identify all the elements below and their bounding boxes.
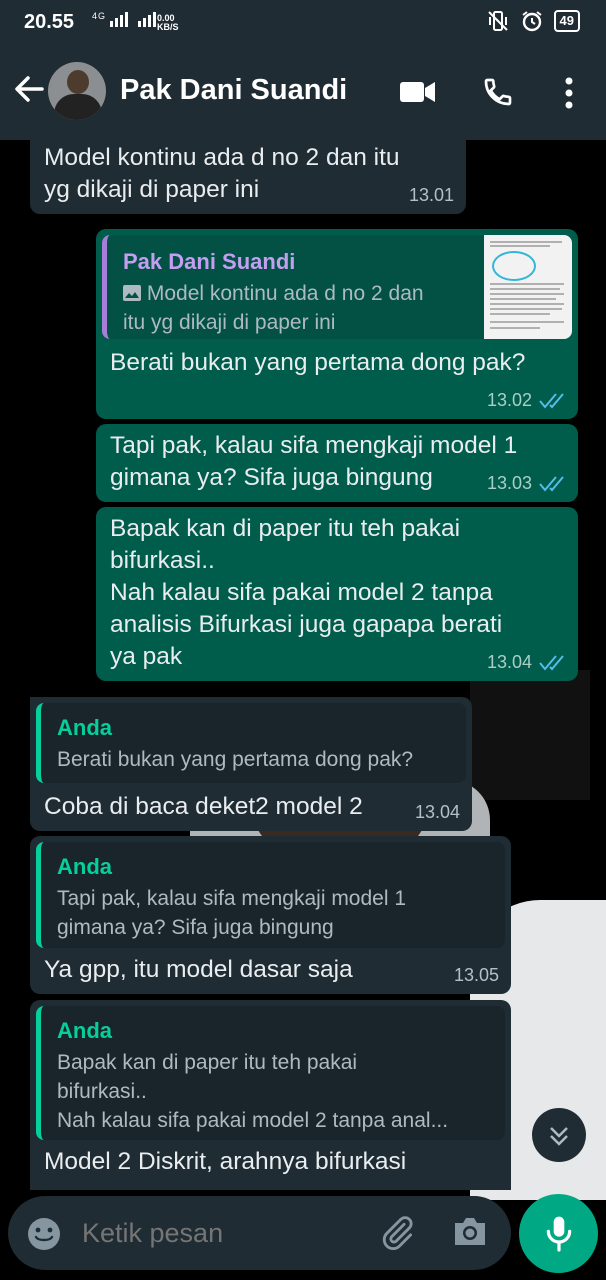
message-text: gimana ya? Sifa juga bingung	[110, 464, 433, 491]
message-text: Bapak kan di paper itu teh pakai	[110, 515, 461, 542]
chat-header: Pak Dani Suandi	[0, 44, 606, 140]
message-composer[interactable]	[8, 1196, 511, 1270]
contact-name[interactable]: Pak Dani Suandi	[120, 74, 347, 107]
data-speed: 0.00 KB/S	[157, 14, 179, 32]
quote-text: gimana ya? Sifa juga bingung	[57, 916, 334, 939]
quote-author: Anda	[57, 854, 112, 879]
signal-icon	[110, 12, 157, 27]
quote-text: bifurkasi..	[57, 1080, 147, 1103]
more-options-icon[interactable]	[560, 76, 578, 110]
message-time: 13.04	[486, 652, 532, 672]
message-text: Berati bukan yang pertama dong pak?	[110, 349, 526, 376]
battery-icon: 49	[553, 10, 580, 32]
message-incoming[interactable]: Model kontinu ada d no 2 dan itu yg dika…	[30, 140, 466, 214]
wallpaper-shadow	[470, 670, 590, 800]
read-receipt-icon	[539, 392, 564, 409]
message-text: yg dikaji di paper ini	[44, 176, 260, 203]
message-incoming[interactable]: Anda Tapi pak, kalau sifa mengkaji model…	[30, 836, 511, 994]
status-time: 20.55	[24, 11, 75, 33]
quote-text: Tapi pak, kalau sifa mengkaji model 1	[57, 887, 407, 910]
reply-quote[interactable]: Pak Dani Suandi Model kontinu ada d no 2…	[102, 235, 572, 339]
voice-call-icon[interactable]	[482, 76, 514, 108]
message-time: 13.02	[486, 390, 532, 410]
quote-text: Bapak kan di paper itu teh pakai	[57, 1051, 358, 1074]
emoji-icon[interactable]	[26, 1216, 62, 1252]
message-text: Nah kalau sifa pakai model 2 tanpa	[110, 579, 493, 606]
video-call-icon[interactable]	[400, 80, 436, 104]
quote-image-thumbnail	[484, 235, 572, 339]
message-time: 13.01	[408, 185, 454, 205]
photo-icon	[123, 282, 147, 305]
contact-avatar[interactable]	[48, 62, 106, 120]
message-outgoing[interactable]: Bapak kan di paper itu teh pakai bifurka…	[96, 507, 578, 681]
reply-quote[interactable]: Anda Berati bukan yang pertama dong pak?	[36, 703, 466, 783]
message-text: ya pak	[110, 643, 183, 670]
vibrate-icon	[487, 11, 508, 31]
reply-quote[interactable]: Anda Tapi pak, kalau sifa mengkaji model…	[36, 842, 505, 948]
read-receipt-icon	[539, 475, 564, 492]
message-time: 13.04	[414, 802, 460, 822]
message-incoming[interactable]: Anda Bapak kan di paper itu teh pakai bi…	[30, 1000, 511, 1190]
reply-quote[interactable]: Anda Bapak kan di paper itu teh pakai bi…	[36, 1006, 505, 1140]
scroll-to-bottom-button[interactable]	[532, 1108, 586, 1162]
data-speed-unit: KB/S	[157, 22, 179, 32]
message-time: 13.05	[453, 965, 499, 985]
quote-author: Anda	[57, 715, 112, 740]
quote-author: Anda	[57, 1018, 112, 1043]
quote-text: Berati bukan yang pertama dong pak?	[57, 748, 414, 771]
quote-text: Model kontinu ada d no 2 dan	[146, 282, 424, 305]
message-text: bifurkasi..	[110, 547, 215, 574]
message-outgoing[interactable]: Pak Dani Suandi Model kontinu ada d no 2…	[96, 229, 578, 419]
network-type: 4G	[92, 11, 107, 21]
message-input[interactable]	[82, 1218, 362, 1249]
status-bar: 20.55 4G 0.00 KB/S 49	[0, 0, 606, 44]
network-icon: 4G	[92, 11, 160, 27]
message-text: Model 2 Diskrit, arahnya bifurkasi	[44, 1148, 407, 1175]
message-incoming[interactable]: Anda Berati bukan yang pertama dong pak?…	[30, 697, 472, 831]
message-time: 13.03	[486, 473, 532, 493]
quote-text: Nah kalau sifa pakai model 2 tanpa anal.…	[57, 1109, 449, 1132]
alarm-icon	[521, 11, 542, 32]
back-arrow-icon[interactable]	[12, 72, 46, 106]
voice-record-button[interactable]	[519, 1194, 598, 1273]
message-text: Tapi pak, kalau sifa mengkaji model 1	[110, 432, 518, 459]
message-text: analisis Bifurkasi juga gapapa berati	[110, 611, 503, 638]
read-receipt-icon	[539, 654, 564, 671]
message-text: Ya gpp, itu model dasar saja	[44, 956, 353, 983]
message-outgoing[interactable]: Tapi pak, kalau sifa mengkaji model 1 gi…	[96, 424, 578, 502]
attach-icon[interactable]	[378, 1214, 416, 1252]
double-chevron-down-icon	[550, 1127, 568, 1146]
camera-icon[interactable]	[452, 1215, 488, 1249]
message-text: Model kontinu ada d no 2 dan itu	[44, 144, 400, 171]
microphone-icon	[546, 1216, 572, 1252]
message-text: Coba di baca deket2 model 2	[44, 793, 363, 820]
